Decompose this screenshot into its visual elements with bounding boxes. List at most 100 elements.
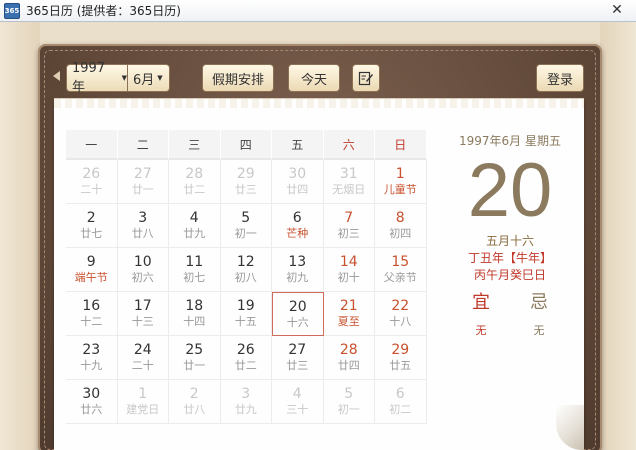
- lunar-label: 芒种: [286, 227, 309, 240]
- calendar-day-cell[interactable]: 6 芒种: [272, 204, 324, 248]
- lunar-label: 廿二: [183, 183, 206, 196]
- weekday-header: 日: [375, 130, 427, 160]
- calendar-day-cell[interactable]: 18 十四: [169, 292, 221, 336]
- selected-big-day: 20: [467, 148, 553, 233]
- background-left: [0, 22, 40, 450]
- day-number: 30: [82, 386, 101, 402]
- calendar-day-cell[interactable]: 1 儿童节: [375, 160, 427, 204]
- day-number: 3: [241, 386, 251, 402]
- calendar-day-cell[interactable]: 25 廿一: [169, 336, 221, 380]
- day-number: 19: [236, 298, 255, 314]
- calendar-day-cell[interactable]: 27 廿一: [117, 160, 169, 204]
- lunar-label: 十三: [131, 315, 154, 328]
- calendar-day-cell[interactable]: 16 十二: [66, 292, 118, 336]
- calendar-day-cell[interactable]: 19 十五: [220, 292, 272, 336]
- lunar-label: 三十: [286, 403, 309, 416]
- day-number: 15: [391, 254, 410, 270]
- calendar-day-cell[interactable]: 3 廿八: [117, 204, 169, 248]
- prev-month-arrow-icon[interactable]: [53, 71, 60, 81]
- calendar-day-cell[interactable]: 31 无烟日: [323, 160, 375, 204]
- lunar-label: 初一: [234, 227, 257, 240]
- day-number: 30: [288, 166, 307, 182]
- calendar-day-cell[interactable]: 28 廿二: [169, 160, 221, 204]
- note-button[interactable]: [352, 64, 380, 92]
- calendar-day-cell[interactable]: 24 二十: [117, 336, 169, 380]
- calendar-day-cell[interactable]: 30 廿六: [66, 380, 118, 424]
- close-button[interactable]: ✕: [608, 1, 626, 19]
- calendar-day-cell-selected[interactable]: 20 十六: [272, 292, 324, 336]
- lunar-label: 廿二: [234, 359, 257, 372]
- lunar-label: 廿五: [389, 359, 412, 372]
- calendar-day-cell[interactable]: 22 十八: [375, 292, 427, 336]
- calendar-day-cell[interactable]: 26 二十: [66, 160, 118, 204]
- ganzhi-month-day: 丙午月癸巳日: [473, 268, 546, 282]
- calendar-day-cell[interactable]: 17 十三: [117, 292, 169, 336]
- calendar-day-cell[interactable]: 13 初九: [272, 248, 324, 292]
- calendar-day-cell[interactable]: 6 初二: [375, 380, 427, 424]
- calendar-day-cell[interactable]: 23 十九: [66, 336, 118, 380]
- lunar-info: 五月十六 丁丑年【牛年】 丙午月癸巳日: [440, 233, 580, 284]
- day-number: 14: [339, 254, 358, 270]
- calendar-day-cell[interactable]: 5 初一: [323, 380, 375, 424]
- calendar-day-cell[interactable]: 29 廿三: [220, 160, 272, 204]
- lunar-label: 十八: [389, 315, 412, 328]
- lunar-label: 初十: [337, 271, 360, 284]
- day-number: 27: [133, 166, 152, 182]
- day-number: 7: [344, 210, 354, 226]
- calendar-day-cell[interactable]: 14 初十: [323, 248, 375, 292]
- lunar-label: 十四: [183, 315, 206, 328]
- month-select[interactable]: 6月 ▼: [128, 64, 170, 92]
- day-number: 12: [236, 254, 255, 270]
- day-number: 4: [292, 386, 302, 402]
- calendar-day-cell[interactable]: 21 夏至: [323, 292, 375, 336]
- day-number: 27: [288, 342, 307, 358]
- lunar-label: 廿八: [183, 403, 206, 416]
- lunar-label: 十二: [80, 315, 103, 328]
- calendar-day-cell[interactable]: 12 初八: [220, 248, 272, 292]
- calendar-day-cell[interactable]: 2 廿八: [169, 380, 221, 424]
- background-top: [0, 22, 636, 46]
- calendar-day-cell[interactable]: 10 初六: [117, 248, 169, 292]
- calendar-day-cell[interactable]: 11 初七: [169, 248, 221, 292]
- day-number: 25: [185, 342, 204, 358]
- lunar-label: 廿四: [337, 359, 360, 372]
- weekday-header: 二: [117, 130, 169, 160]
- day-number: 10: [133, 254, 152, 270]
- calendar-day-cell[interactable]: 1 建党日: [117, 380, 169, 424]
- today-button[interactable]: 今天: [288, 64, 340, 92]
- lunar-label: 初三: [337, 227, 360, 240]
- calendar-day-cell[interactable]: 28 廿四: [323, 336, 375, 380]
- calendar-day-cell[interactable]: 27 廿三: [272, 336, 324, 380]
- holiday-schedule-button[interactable]: 假期安排: [202, 64, 274, 92]
- calendar-day-cell[interactable]: 26 廿二: [220, 336, 272, 380]
- lunar-label: 廿三: [234, 183, 257, 196]
- title-bar: 365 365日历 (提供者：365日历) ✕: [0, 0, 636, 22]
- calendar-day-cell[interactable]: 29 廿五: [375, 336, 427, 380]
- login-button[interactable]: 登录: [536, 64, 584, 92]
- lunar-label: 无烟日: [332, 183, 366, 196]
- day-number: 16: [82, 298, 101, 314]
- day-number: 8: [395, 210, 405, 226]
- lunar-label: 廿一: [131, 183, 154, 196]
- lunar-label: 廿四: [286, 183, 309, 196]
- day-number: 26: [236, 342, 255, 358]
- lunar-label: 十五: [234, 315, 257, 328]
- calendar-day-cell[interactable]: 3 廿九: [220, 380, 272, 424]
- lunar-label: 初四: [389, 227, 412, 240]
- calendar-day-cell[interactable]: 30 廿四: [272, 160, 324, 204]
- calendar-day-cell[interactable]: 4 三十: [272, 380, 324, 424]
- calendar-day-cell[interactable]: 9 端午节: [66, 248, 118, 292]
- calendar-day-cell[interactable]: 2 廿七: [66, 204, 118, 248]
- calendar-day-cell[interactable]: 8 初四: [375, 204, 427, 248]
- day-number: 4: [189, 210, 199, 226]
- calendar-day-cell[interactable]: 5 初一: [220, 204, 272, 248]
- lunar-label: 廿九: [183, 227, 206, 240]
- day-number: 5: [344, 386, 354, 402]
- calendar-day-cell[interactable]: 4 廿九: [169, 204, 221, 248]
- lunar-label: 二十: [80, 183, 103, 196]
- day-number: 20: [288, 298, 307, 315]
- calendar-day-cell[interactable]: 15 父亲节: [375, 248, 427, 292]
- calendar-day-cell[interactable]: 7 初三: [323, 204, 375, 248]
- day-number: 29: [391, 342, 410, 358]
- year-select[interactable]: 1997 年 ▼: [66, 61, 128, 95]
